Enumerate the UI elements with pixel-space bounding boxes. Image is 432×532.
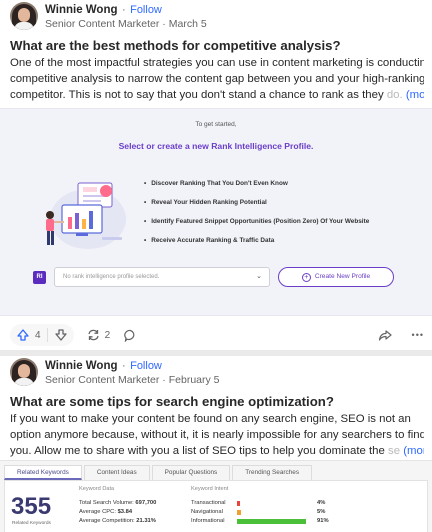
author-credential: Senior Content Marketer <box>45 373 160 386</box>
create-profile-button[interactable]: + Create New Profile <box>278 267 394 287</box>
avg-cpc-label: Average CPC: <box>79 509 116 515</box>
answer-line: If you want to make your content be foun… <box>10 413 411 425</box>
more-link[interactable]: (more) <box>406 89 424 101</box>
answer-line: competitor. This is not to say that you … <box>10 89 387 101</box>
intent-row-navigational: Navigational 5% <box>191 508 331 517</box>
answer-line: competitive analysis to narrow the conte… <box>10 73 424 85</box>
more-options-button[interactable]: ••• <box>412 330 424 340</box>
intent-row-transactional: Transactional 4% <box>191 499 331 508</box>
answer-line: you. Allow me to share with you a list o… <box>10 445 388 457</box>
intent-label: Informational <box>191 518 225 524</box>
post-date[interactable]: February 5 <box>169 374 220 386</box>
feature-item: Reveal Your Hidden Ranking Potential <box>144 198 369 217</box>
intent-bar <box>237 519 306 524</box>
answer-text[interactable]: One of the most impactful strategies you… <box>10 55 424 103</box>
chevron-down-icon: ⌄ <box>256 273 262 280</box>
search-volume-label: Total Search Volume: <box>79 500 134 506</box>
share-out-button[interactable] <box>378 329 392 342</box>
avg-competition-label: Average Competition: <box>79 518 135 524</box>
comment-button[interactable] <box>124 329 137 342</box>
feature-list: Discover Ranking That You Don't Even Kno… <box>144 179 369 255</box>
keyword-intent-title: Keyword Intent <box>191 486 229 492</box>
share-button[interactable]: 2 <box>86 328 111 342</box>
follow-button[interactable]: Follow <box>130 4 162 16</box>
intent-row-informational: Informational 91% <box>191 517 331 526</box>
tab-popular-questions[interactable]: Popular Questions <box>151 465 231 480</box>
keywords-tabs: Related Keywords Content Ideas Popular Q… <box>4 465 314 480</box>
post-date[interactable]: March 5 <box>169 18 207 30</box>
intent-label: Navigational <box>191 509 223 515</box>
profile-select[interactable]: No rank intelligence profile selected. ⌄ <box>54 267 270 287</box>
keyword-intent: Transactional 4% Navigational 5% Informa… <box>191 499 331 526</box>
related-keywords-count: 355 <box>11 493 52 520</box>
intent-percent: 91% <box>317 518 329 524</box>
feature-item: Receive Accurate Ranking & Traffic Data <box>144 236 369 255</box>
vote-pill: 4 <box>10 324 74 346</box>
answer-line: One of the most impactful strategies you… <box>10 57 424 69</box>
tab-trending-searches[interactable]: Trending Searches <box>232 465 313 480</box>
upvote-arrow-icon <box>17 329 29 341</box>
question-title[interactable]: What are some tips for search engine opt… <box>10 394 334 409</box>
profile-select-placeholder: No rank intelligence profile selected. <box>63 274 160 280</box>
intent-percent: 5% <box>317 509 326 515</box>
author-name[interactable]: Winnie Wong <box>45 360 118 372</box>
search-volume-value: 697,700 <box>135 500 157 506</box>
follow-button[interactable]: Follow <box>130 360 162 372</box>
post1-author: Winnie Wong · Follow Senior Content Mark… <box>10 2 207 30</box>
reshare-icon <box>87 329 99 341</box>
share-count: 2 <box>104 329 111 341</box>
post2-author: Winnie Wong · Follow Senior Content Mark… <box>10 358 220 386</box>
post-action-bar: 4 2 ••• <box>10 324 424 346</box>
feature-item: Discover Ranking That You Don't Even Kno… <box>144 179 369 198</box>
answer-fade: do. <box>386 89 403 101</box>
downvote-arrow-icon <box>54 329 67 341</box>
plus-circle-icon: + <box>301 273 311 282</box>
keyword-data-title: Keyword Data <box>79 486 115 492</box>
share-arrow-icon <box>378 329 392 341</box>
create-profile-label: Create New Profile <box>314 273 371 280</box>
keyword-data: Total Search Volume: 697,700 Average CPC… <box>79 499 156 526</box>
avg-cpc-value: $3.84 <box>117 509 133 515</box>
intent-percent: 4% <box>317 500 326 506</box>
avg-competition-value: 21.31% <box>136 518 156 524</box>
question-title[interactable]: What are the best methods for competitiv… <box>10 38 341 53</box>
rank-card-heading: Select or create a new Rank Intelligence… <box>118 141 314 151</box>
tab-content-ideas[interactable]: Content Ideas <box>83 465 150 480</box>
answer-fade: se <box>388 445 401 457</box>
answer-line: option anymore because, without it, it i… <box>10 429 424 441</box>
intent-label: Transactional <box>191 500 226 506</box>
keywords-panel: 355 Related Keywords Keyword Data Total … <box>4 480 428 532</box>
rank-intelligence-card: To get started, Select or create a new R… <box>0 108 432 316</box>
answer-text[interactable]: If you want to make your content be foun… <box>10 411 424 459</box>
upvote-count: 4 <box>35 329 41 341</box>
feed-divider <box>0 350 432 356</box>
feature-item: Identify Featured Snippet Opportunities … <box>144 217 369 236</box>
keywords-card: Related Keywords Content Ideas Popular Q… <box>0 460 432 532</box>
author-credential: Senior Content Marketer <box>45 17 160 30</box>
analytics-illustration-icon <box>46 182 126 249</box>
more-link[interactable]: (more) <box>403 445 424 457</box>
avatar[interactable] <box>10 2 38 30</box>
author-name[interactable]: Winnie Wong <box>45 4 118 16</box>
related-keywords-label: Related Keywords <box>12 521 51 526</box>
intent-bar <box>237 510 241 515</box>
downvote-button[interactable] <box>54 328 68 342</box>
tab-related-keywords[interactable]: Related Keywords <box>4 465 82 480</box>
comment-bubble-icon <box>124 329 135 342</box>
upvote-button[interactable]: 4 <box>16 328 41 342</box>
ri-badge-icon: RI <box>33 271 46 284</box>
to-get-started-text: To get started, <box>195 121 237 128</box>
intent-bar <box>237 501 240 506</box>
avatar[interactable] <box>10 358 38 386</box>
